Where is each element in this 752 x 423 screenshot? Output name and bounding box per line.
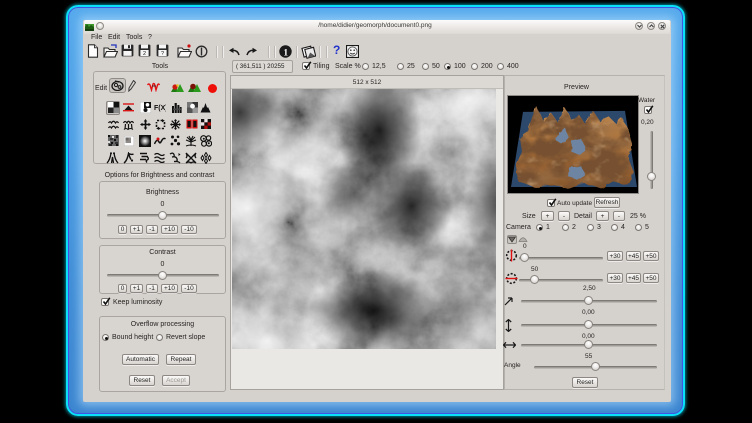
svg-text:F(X): F(X) (154, 105, 166, 112)
svg-text:1: 1 (283, 48, 288, 58)
svg-text:2: 2 (143, 51, 146, 57)
svg-text:?: ? (161, 51, 164, 57)
